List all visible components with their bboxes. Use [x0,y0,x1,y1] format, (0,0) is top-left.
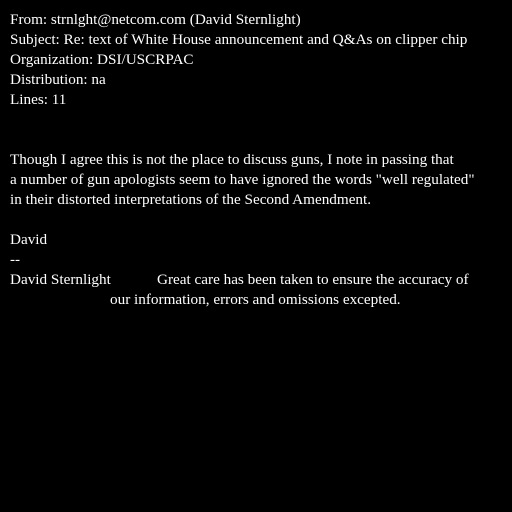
subject-line: Subject: Re: text of White House announc… [10,31,468,48]
closing-name: David [10,231,48,248]
signature-separator: -- [10,251,21,268]
signature-name: David Sternlight [10,271,111,288]
message-view: From: strnlght@netcom.com (David Sternli… [0,0,512,512]
signature-disclaimer-line-2: our information, errors and omissions ex… [110,291,401,308]
distribution-line: Distribution: na [10,71,106,88]
body-paragraph-line: Though I agree this is not the place to … [10,151,454,168]
organization-line: Organization: DSI/USCRPAC [10,51,194,68]
signature-disclaimer-line-1: Great care has been taken to ensure the … [157,271,469,288]
body-paragraph-line: in their distorted interpretations of th… [10,191,372,208]
from-line: From: strnlght@netcom.com (David Sternli… [10,11,301,28]
lines-count-line: Lines: 11 [10,91,67,108]
body-paragraph-line: a number of gun apologists seem to have … [10,171,475,188]
